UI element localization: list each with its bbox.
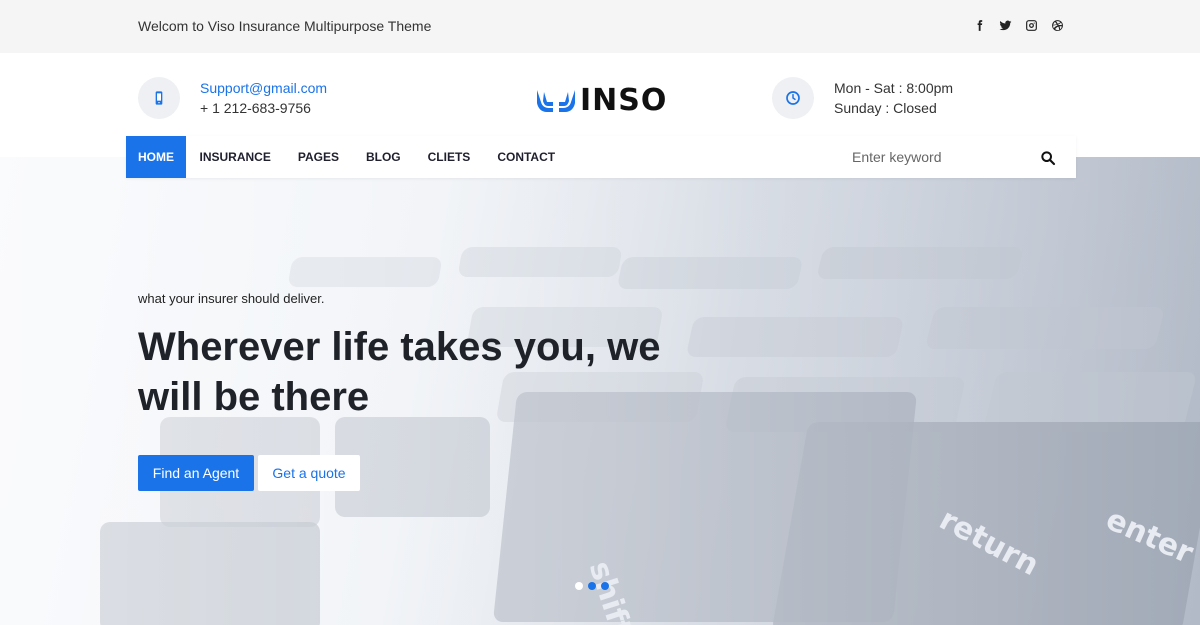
nav-item-pages[interactable]: PAGES — [284, 136, 352, 178]
find-agent-button[interactable]: Find an Agent — [138, 455, 254, 491]
dribbble-icon[interactable] — [1050, 18, 1064, 32]
social-links — [972, 18, 1064, 32]
slider-dot[interactable] — [575, 582, 583, 590]
get-quote-button[interactable]: Get a quote — [258, 455, 360, 491]
slider-dot[interactable] — [601, 582, 609, 590]
hands-logo-icon — [537, 89, 575, 112]
nav-item-clients[interactable]: CLIETS — [414, 136, 484, 178]
support-email-link[interactable]: Support@gmail.com — [200, 80, 327, 96]
hero-headline-line1: Wherever life takes you, we — [138, 325, 661, 369]
facebook-icon[interactable] — [972, 18, 986, 32]
logo-text: INSO — [580, 83, 668, 118]
nav-item-home[interactable]: HOME — [126, 136, 186, 178]
nav-item-blog[interactable]: BLOG — [352, 136, 414, 178]
slider-dots — [575, 582, 609, 590]
support-phone: + 1 212-683-9756 — [200, 100, 311, 116]
main-nav: HOME INSURANCE PAGES BLOG CLIETS CONTACT — [126, 136, 1076, 178]
top-bar: Welcom to Viso Insurance Multipurpose Th… — [0, 0, 1200, 53]
phone-icon — [138, 77, 180, 119]
clock-icon — [772, 77, 814, 119]
slider-dot[interactable] — [588, 582, 596, 590]
twitter-icon[interactable] — [998, 18, 1012, 32]
hours-sunday: Sunday : Closed — [834, 100, 937, 116]
hours-weekdays: Mon - Sat : 8:00pm — [834, 80, 954, 96]
search-input[interactable] — [852, 149, 1032, 165]
hero-tagline: what your insurer should deliver. — [138, 291, 325, 306]
nav-item-insurance[interactable]: INSURANCE — [186, 136, 284, 178]
hero-headline: Wherever life takes you, we will be ther… — [138, 322, 738, 422]
nav-item-contact[interactable]: CONTACT — [484, 136, 569, 178]
site-logo[interactable]: INSO — [535, 83, 667, 118]
welcome-text: Welcom to Viso Insurance Multipurpose Th… — [138, 18, 432, 34]
instagram-icon[interactable] — [1024, 18, 1038, 32]
hero-slider: shift return enter what your insurer sho… — [0, 157, 1200, 625]
nav-search — [846, 136, 1076, 178]
search-icon[interactable] — [1040, 150, 1056, 166]
hero-headline-line2: will be there — [138, 375, 370, 419]
